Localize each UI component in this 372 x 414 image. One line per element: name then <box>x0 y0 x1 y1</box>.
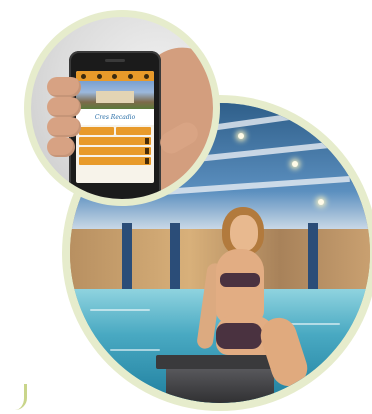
bikini-top <box>220 273 260 287</box>
ceiling-light <box>292 161 298 167</box>
pillar <box>122 223 132 295</box>
app-button <box>79 127 114 135</box>
pillar <box>170 223 180 295</box>
app-menu-bar <box>79 157 151 165</box>
chevron-right-icon <box>145 138 149 144</box>
app-menu-bar <box>79 147 151 155</box>
water-ripple <box>110 349 160 351</box>
app-menu-bar <box>79 137 151 145</box>
finger <box>47 137 75 157</box>
phone-photo-frame: Cres Recadio <box>24 10 220 206</box>
hand-fingers <box>47 77 81 159</box>
decorative-curve <box>10 384 27 410</box>
water-ripple <box>90 309 150 311</box>
pillar <box>308 223 318 295</box>
app-hero-image <box>76 81 154 109</box>
finger <box>47 117 81 137</box>
bikini-bottom <box>216 323 262 349</box>
finger <box>47 97 81 117</box>
star-icon <box>96 73 102 79</box>
phone-photo: Cres Recadio <box>31 17 213 199</box>
starting-block <box>166 367 274 403</box>
phone-screen: Cres Recadio <box>76 71 154 183</box>
home-icon <box>81 73 87 79</box>
chevron-right-icon <box>145 148 149 154</box>
app-topbar <box>76 71 154 81</box>
ceiling-light <box>318 199 324 205</box>
ceiling-light <box>238 133 244 139</box>
phone-speaker <box>105 59 125 62</box>
app-button <box>116 127 151 135</box>
app-button-row <box>76 125 154 135</box>
finger <box>47 77 81 97</box>
phone-icon <box>128 73 134 79</box>
smartphone: Cres Recadio <box>69 51 161 199</box>
chevron-right-icon <box>145 158 149 164</box>
more-icon <box>143 73 149 79</box>
hotel-building <box>96 91 134 103</box>
woman-face <box>230 215 258 251</box>
mail-icon <box>112 73 118 79</box>
app-logo: Cres Recadio <box>76 109 154 125</box>
